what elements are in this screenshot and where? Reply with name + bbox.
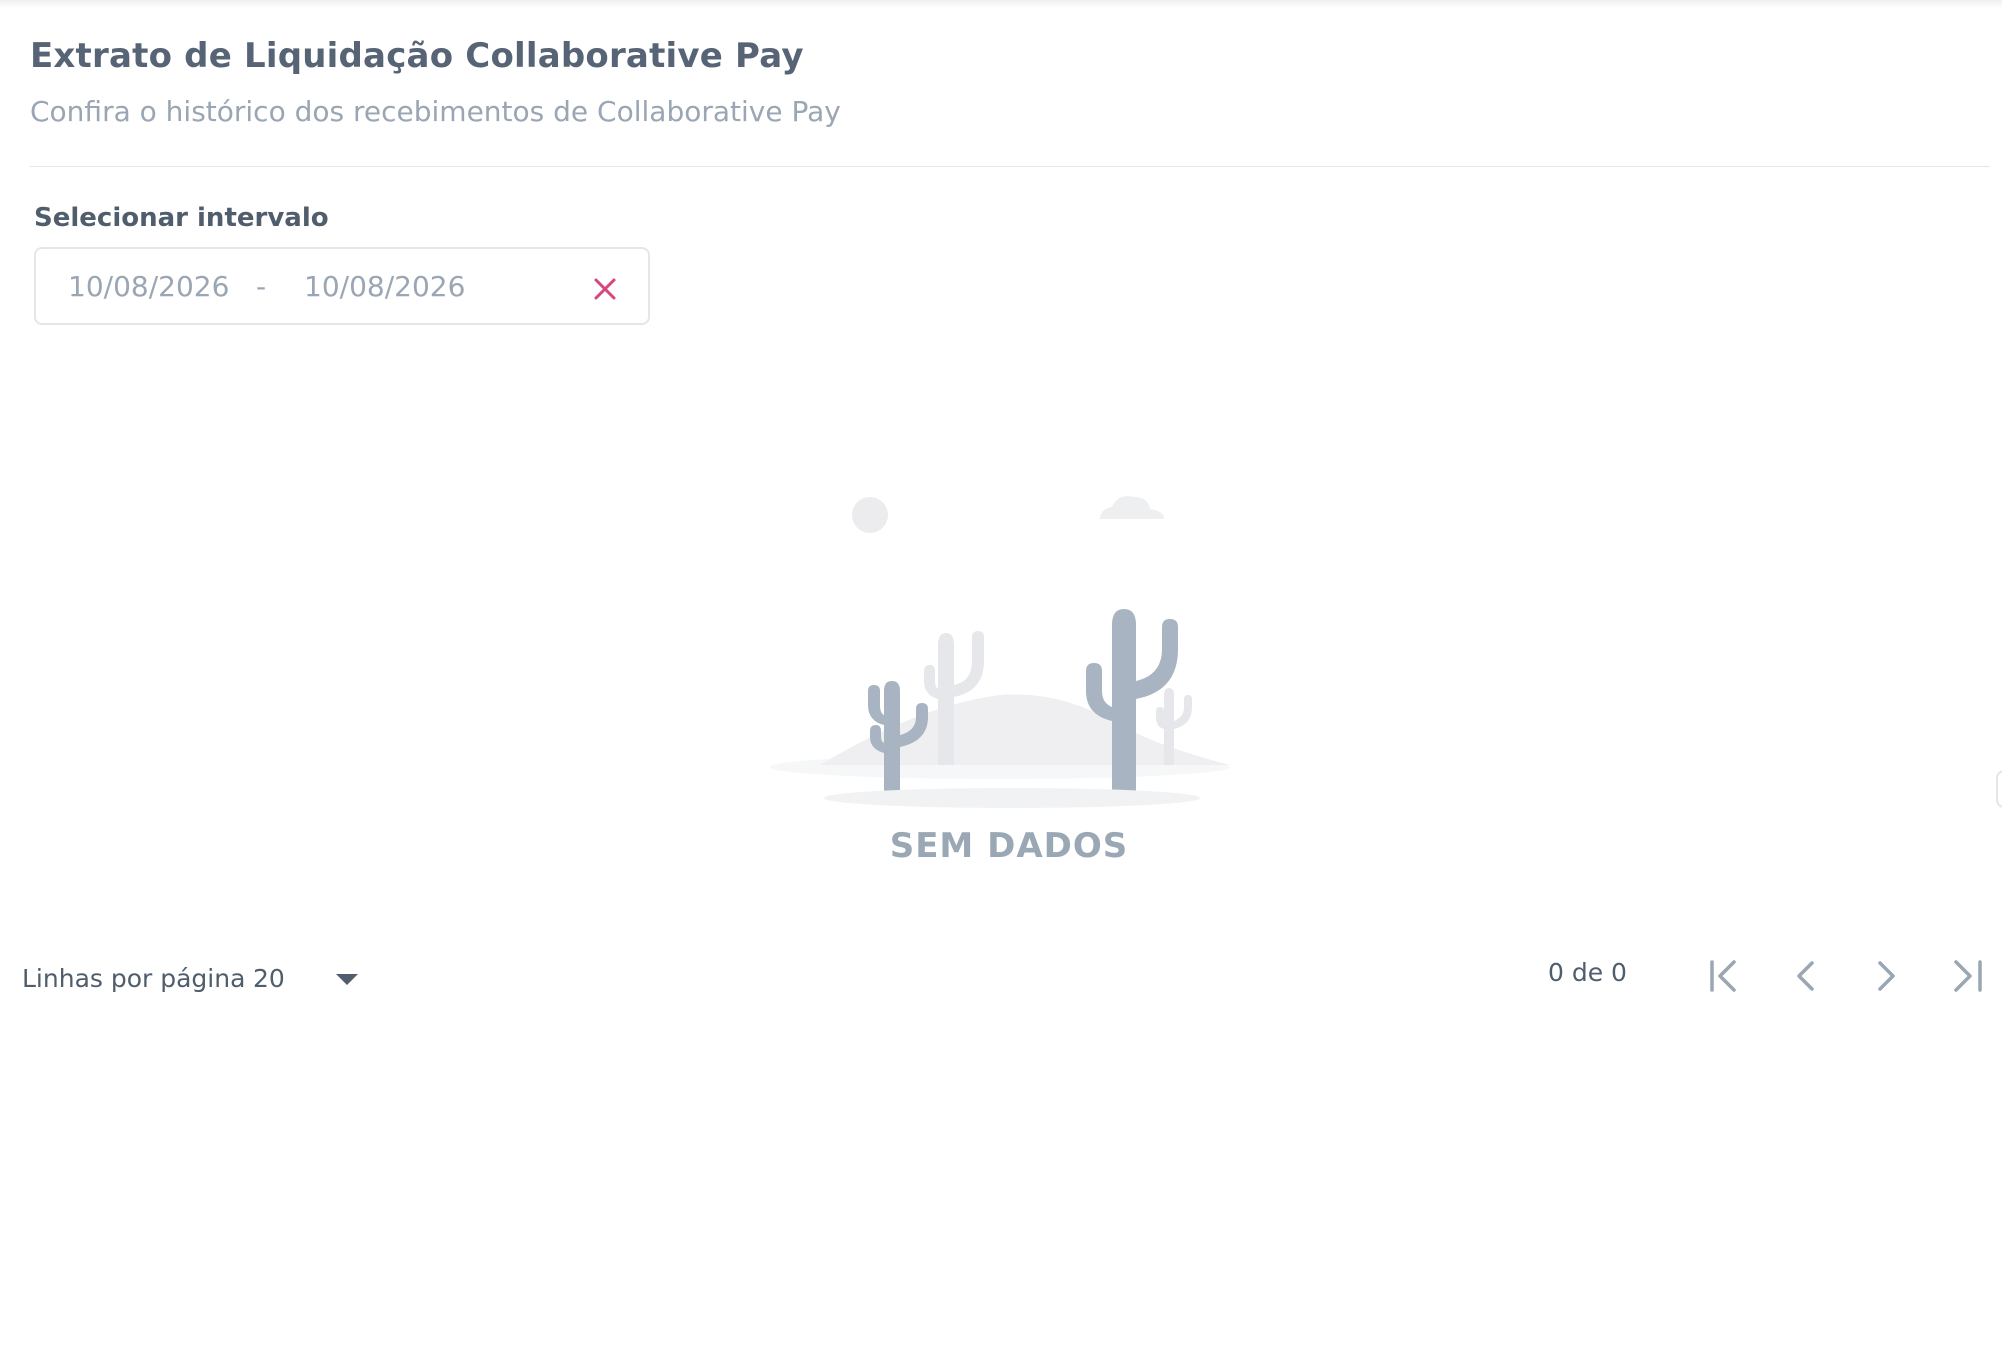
- close-icon: [594, 278, 616, 300]
- empty-state-illustration: [760, 485, 1240, 815]
- previous-page-button[interactable]: [1784, 954, 1828, 998]
- start-date-input[interactable]: 10/08/2026: [68, 270, 229, 303]
- top-shadow: [0, 0, 2002, 8]
- rows-per-page-label: Linhas por página: [22, 964, 246, 993]
- header-divider: [30, 166, 1990, 167]
- date-range-label: Selecionar intervalo: [34, 203, 329, 233]
- page-subtitle: Confira o histórico dos recebimentos de …: [30, 95, 841, 128]
- next-page-icon: [1878, 961, 1895, 991]
- end-date-input[interactable]: 10/08/2026: [304, 270, 465, 303]
- page-title: Extrato de Liquidação Collaborative Pay: [30, 36, 804, 76]
- empty-state-text: SEM DADOS: [889, 826, 1129, 866]
- date-range-picker[interactable]: 10/08/2026 - 10/08/2026: [34, 247, 650, 325]
- clear-date-button[interactable]: [588, 271, 622, 305]
- date-separator: -: [256, 270, 267, 303]
- last-page-icon: [1954, 960, 1982, 992]
- first-page-button[interactable]: [1704, 954, 1748, 998]
- next-page-button[interactable]: [1864, 954, 1908, 998]
- rows-per-page-value: 20: [253, 964, 285, 993]
- caret-down-icon: [336, 974, 358, 985]
- desert-cactus-icon: [770, 496, 1230, 808]
- last-page-button[interactable]: [1944, 954, 1988, 998]
- prev-page-icon: [1797, 961, 1814, 991]
- rows-per-page-select[interactable]: 20: [252, 958, 364, 998]
- first-page-icon: [1710, 960, 1736, 992]
- page-count: 0 de 0: [1548, 958, 1627, 987]
- side-panel-handle[interactable]: [1996, 770, 2002, 808]
